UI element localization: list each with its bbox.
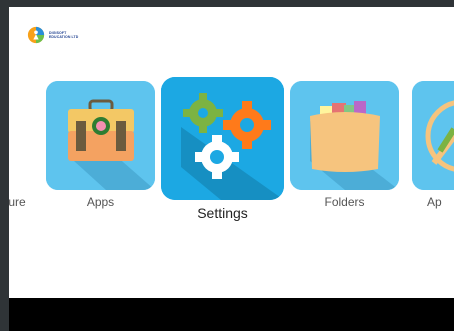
briefcase-icon: [46, 81, 155, 190]
app-tile-settings[interactable]: [161, 77, 284, 200]
brand-logo: DIGISOFT EDUCATION LTD: [27, 26, 78, 44]
brand-logo-icon: [27, 26, 45, 44]
brand-name: DIGISOFT EDUCATION LTD: [49, 31, 78, 39]
app-label-partial-right: Ap: [427, 195, 442, 209]
folder-icon: [290, 81, 399, 190]
app-icon-partial: [412, 81, 454, 190]
app-label-folders: Folders: [324, 195, 365, 209]
launcher-screen: DIGISOFT EDUCATION LTD Apps ture: [9, 7, 454, 331]
app-tile-folders[interactable]: [290, 81, 399, 190]
app-tile-apps[interactable]: [46, 81, 155, 190]
app-label-apps: Apps: [86, 195, 115, 209]
app-label-picture: ture: [9, 195, 26, 209]
brand-name-line2: EDUCATION LTD: [49, 35, 79, 39]
app-label-settings: Settings: [197, 205, 248, 221]
gears-icon: [161, 77, 284, 200]
app-tile-partial-right[interactable]: [412, 81, 454, 190]
bottom-bar: [9, 298, 454, 331]
